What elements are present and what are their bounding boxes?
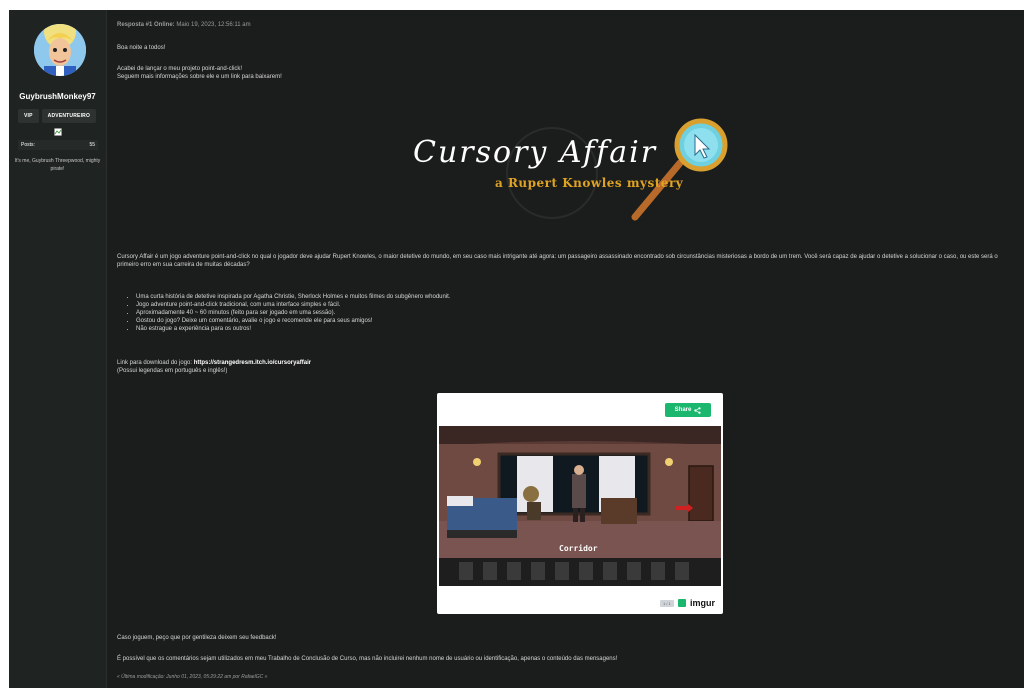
download-line: Link para download do jogo: https://stra… [117,360,311,366]
feature-item: Uma curta história de detetive inspirada… [136,293,451,301]
feature-item: Gostou do jogo? Deixe um comentário, ava… [136,317,451,325]
user-signature: It's me, Guybrush Threepwood, mighty pir… [14,158,101,172]
forum-frame: GuybrushMonkey97 VIP ADVENTUREIRO Posts:… [9,10,1024,688]
posts-count-row: Posts: 55 [18,140,98,150]
badge-vip: VIP [18,109,39,123]
user-panel: GuybrushMonkey97 VIP ADVENTUREIRO Posts:… [9,10,107,688]
feature-item: Jogo adventure point-and-click tradicion… [136,301,451,309]
username[interactable]: GuybrushMonkey97 [9,92,106,101]
intro-line-1: Acabei de lançar o meu projeto point-and… [117,66,243,72]
share-icon [694,406,701,414]
game-description: Cursory Affair é um jogo adventure point… [117,254,998,268]
post-date: Maio 19, 2023, 12:56:11 am [176,22,251,28]
badge-rank: ADVENTUREIRO [41,109,97,123]
imgur-footer: 1 / 1 imgur [659,598,715,608]
share-button[interactable]: Share [665,403,711,417]
download-link[interactable]: https://strangedresm.itch.io/cursoryaffa… [194,360,311,366]
feature-list: Uma curta história de detetive inspirada… [127,293,451,333]
intro-line-2: Seguem mais informações sobre ele e um l… [117,74,282,80]
user-avatar[interactable] [34,24,86,76]
game-caption: Corridor [559,544,598,553]
game-screenshot[interactable]: Corridor [439,426,721,586]
post-meta: Resposta #1 Online: Maio 19, 2023, 12:56… [117,22,251,28]
feature-item: Aproximadamente 40 ~ 60 minutos (feito p… [136,309,451,317]
posts-value: 55 [89,142,95,148]
greeting-text: Boa noite a todos! [117,45,166,51]
download-label: Link para download do jogo: [117,360,193,366]
tcc-note: É possível que os comentários sejam util… [117,656,618,662]
broken-image-icon [54,128,62,136]
banner-subtitle: a Rupert Knowles mystery [495,176,684,190]
user-badges: VIP ADVENTUREIRO [18,109,97,123]
subtitles-note: (Possui legendas em português e inglês!) [117,368,228,374]
posts-label: Posts: [21,142,35,148]
banner-title: Cursory Affair [413,135,658,170]
imgur-embed[interactable]: Share Corridor 1 / 1 imgur [437,393,723,614]
imgur-logo-icon[interactable] [677,599,686,607]
post-body: Resposta #1 Online: Maio 19, 2023, 12:56… [117,10,1024,688]
share-label: Share [674,407,692,413]
feedback-text: Caso joguem, peço que por gentileza deix… [117,635,277,641]
imgur-logo-text[interactable]: imgur [690,598,715,608]
last-edited-note: « Última modificação: Junho 01, 2023, 05… [117,674,268,680]
image-counter: 1 / 1 [659,599,674,607]
game-banner: Cursory Affair a Rupert Knowles mystery [397,115,757,235]
post-meta-label[interactable]: Resposta #1 Online: [117,22,175,28]
feature-item: Não estrague a experiência para os outro… [136,325,451,333]
magnifying-glass-icon [506,118,728,221]
game-scene-image [439,426,721,586]
